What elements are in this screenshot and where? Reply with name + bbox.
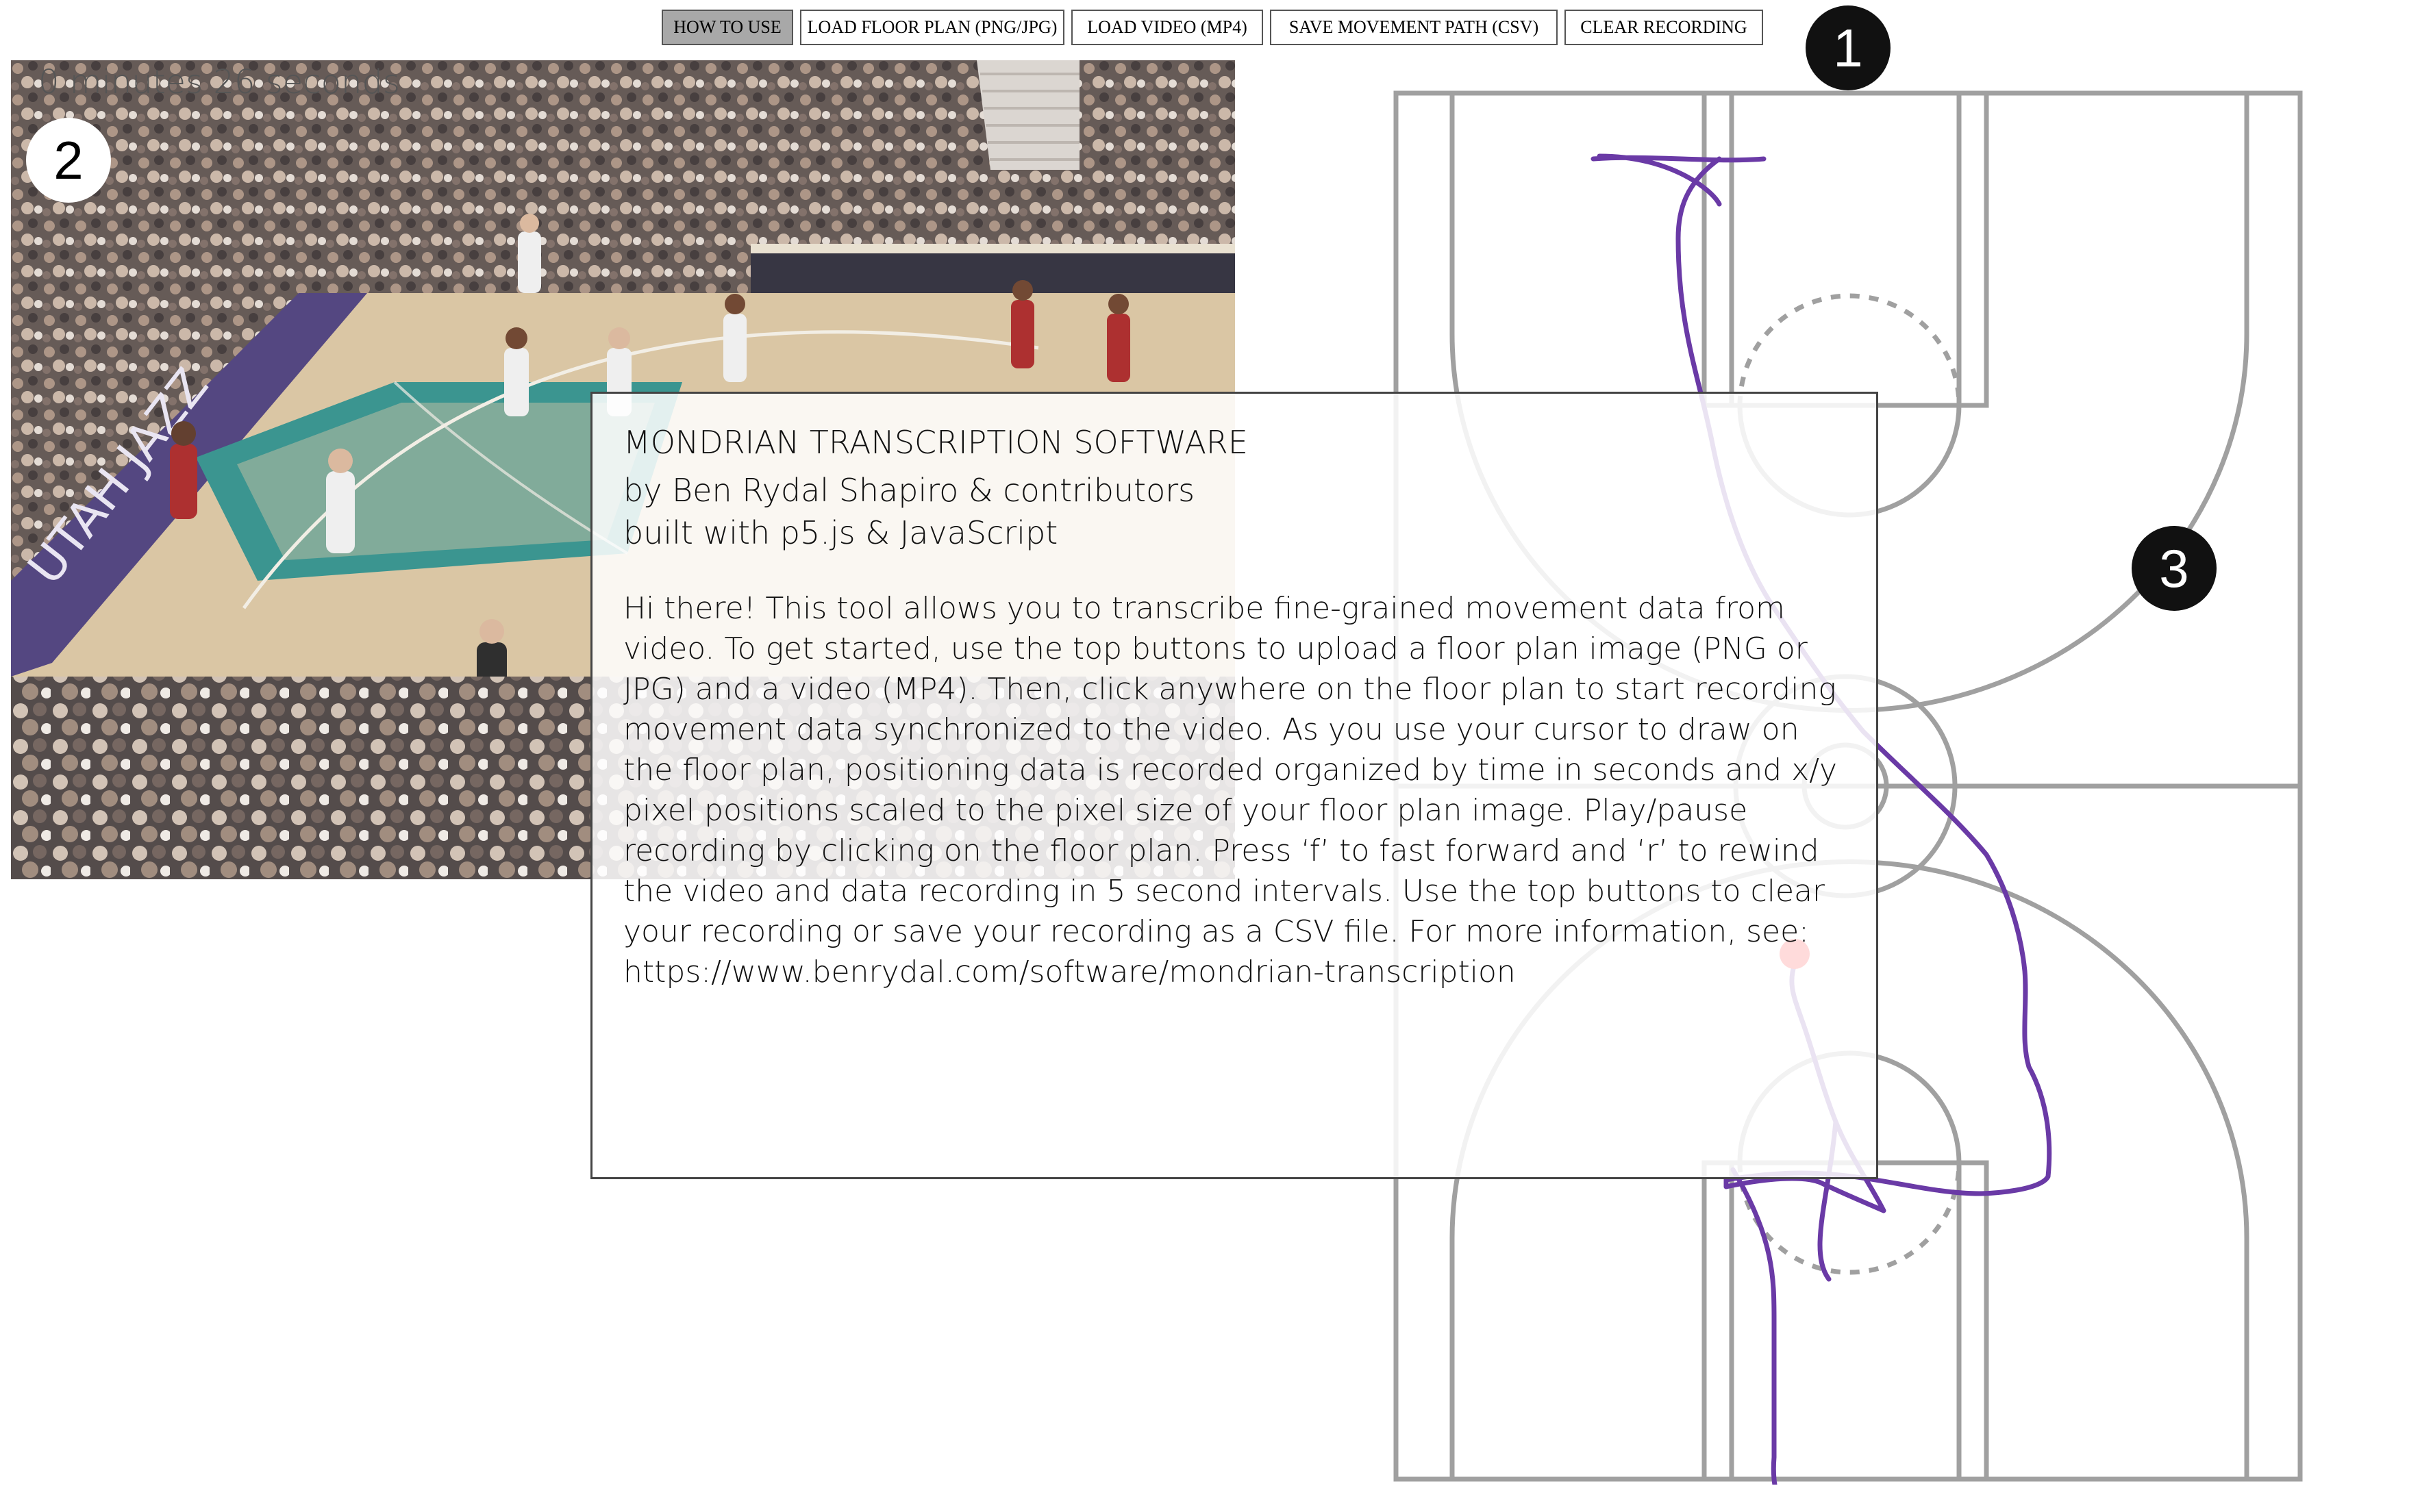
load-floor-plan-button[interactable]: LOAD FLOOR PLAN (PNG/JPG): [800, 10, 1064, 45]
how-to-use-dialog[interactable]: MONDRIAN TRANSCRIPTION SOFTWARE by Ben R…: [590, 392, 1878, 1179]
load-video-button[interactable]: LOAD VIDEO (MP4): [1071, 10, 1263, 45]
dialog-author: by Ben Rydal Shapiro & contributors: [623, 472, 1195, 509]
marker-1: 1: [1806, 5, 1891, 90]
clear-recording-button[interactable]: CLEAR RECORDING: [1564, 10, 1763, 45]
dialog-built-with: built with p5.js & JavaScript: [623, 514, 1058, 551]
marker-2: 2: [26, 118, 111, 203]
how-to-use-button[interactable]: HOW TO USE: [662, 10, 793, 45]
save-movement-path-button[interactable]: SAVE MOVEMENT PATH (CSV): [1270, 10, 1558, 45]
video-timestamp: 0 minutes 26 seconds: [38, 63, 400, 101]
marker-3: 3: [2132, 526, 2217, 611]
dialog-body: Hi there! This tool allows you to transc…: [623, 591, 1838, 990]
dialog-title: MONDRIAN TRANSCRIPTION SOFTWARE: [623, 424, 1248, 461]
